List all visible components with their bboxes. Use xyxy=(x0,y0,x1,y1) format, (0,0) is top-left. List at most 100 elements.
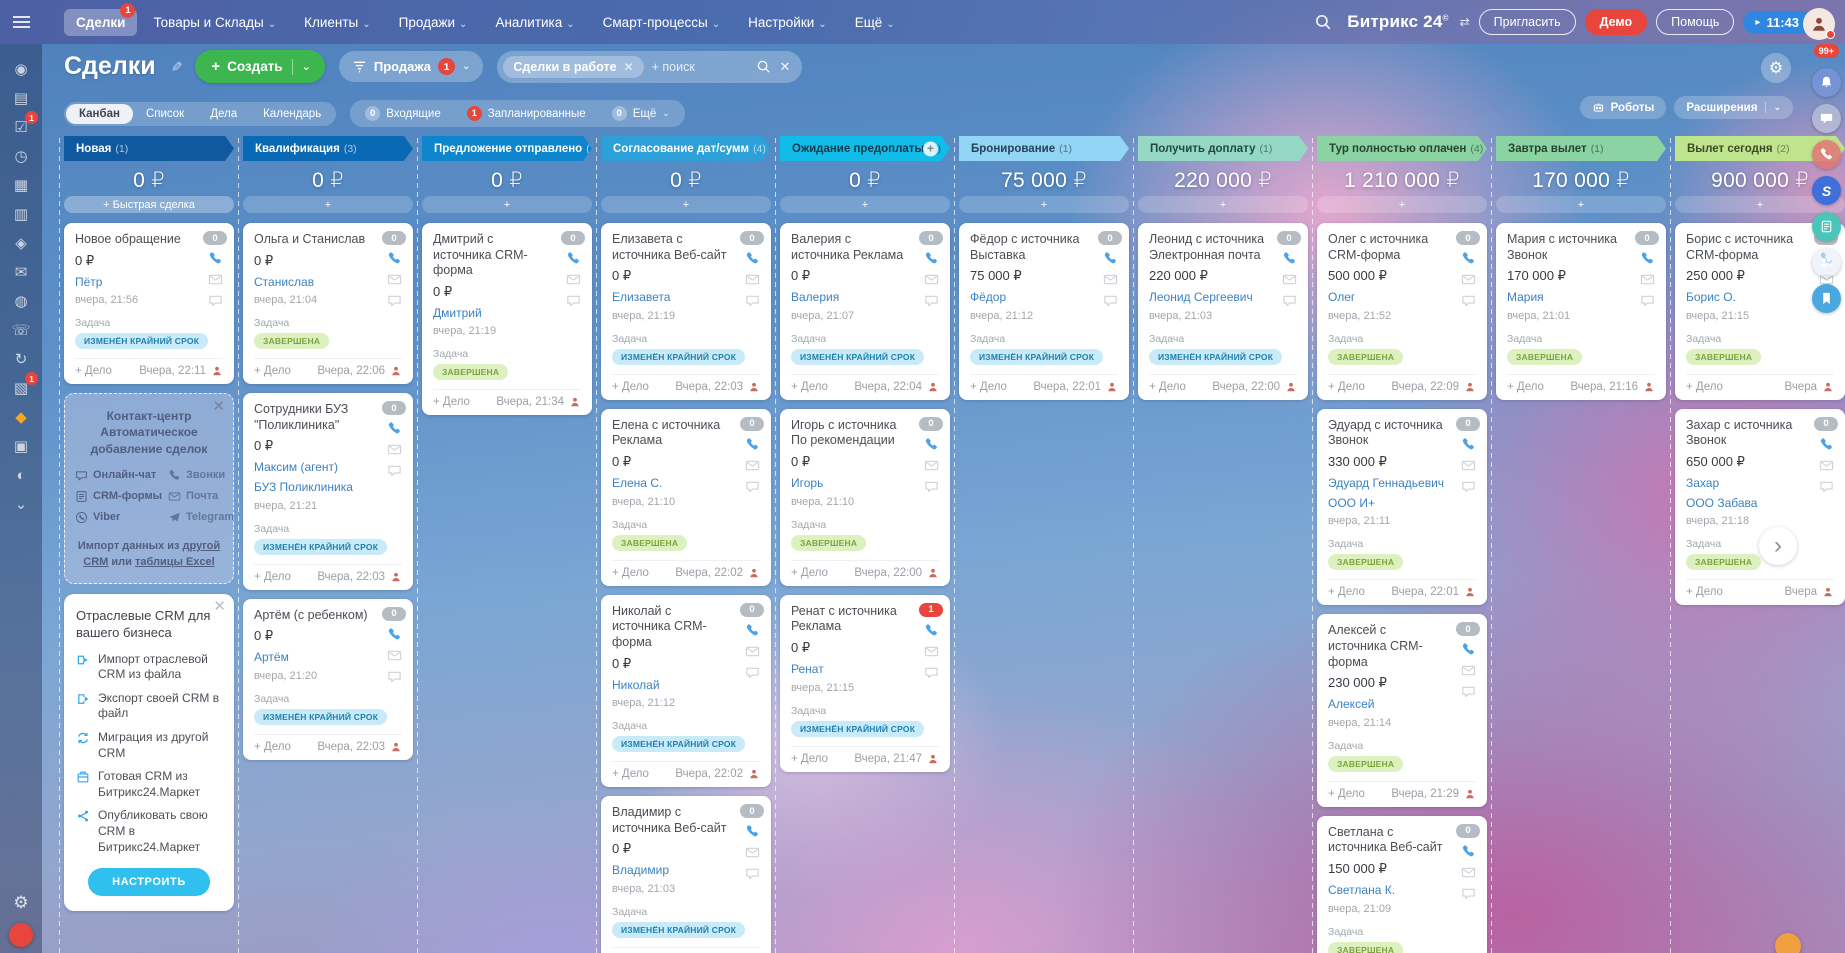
deal-card[interactable]: Новое обращение 0 ₽ Пётр вчера, 21:56 Задача… xyxy=(64,223,234,385)
mail-icon[interactable] xyxy=(1461,865,1476,880)
sidebar-item-documents[interactable]: ▥ xyxy=(8,201,34,227)
add-activity-button[interactable]: + Дело xyxy=(791,381,828,393)
chat-icon[interactable] xyxy=(1461,293,1476,308)
sidebar-item-analytics[interactable]: ▧ 1 xyxy=(8,372,38,401)
client-link[interactable]: Фёдор xyxy=(970,290,1118,306)
chat-icon[interactable] xyxy=(924,293,939,308)
deal-card[interactable]: Эдуард с источника Звонок 330 000 ₽ Эдуард… xyxy=(1317,408,1487,606)
client-link[interactable]: ООО Забава xyxy=(1686,496,1834,512)
import-excel-link[interactable]: таблицы Excel xyxy=(135,556,215,568)
client-link[interactable]: Елизавета xyxy=(612,290,760,306)
chat-icon[interactable] xyxy=(387,669,402,684)
sidebar-item-tasks[interactable]: ☑ 1 xyxy=(8,111,38,140)
tab-дела[interactable]: Дела xyxy=(197,104,250,124)
mail-icon[interactable] xyxy=(924,272,939,287)
phone-icon[interactable] xyxy=(924,437,939,452)
mail-icon[interactable] xyxy=(387,272,402,287)
mail-icon[interactable] xyxy=(1640,272,1655,287)
add-activity-button[interactable]: + Дело xyxy=(970,381,1007,393)
settings-gear-icon[interactable]: ⚙ xyxy=(13,893,28,913)
chat-icon[interactable] xyxy=(387,293,402,308)
chat-icon[interactable] xyxy=(208,293,223,308)
add-activity-button[interactable]: + Дело xyxy=(612,381,649,393)
robots-button[interactable]: Роботы xyxy=(1579,96,1667,119)
counter-tab-2[interactable]: 1 Запланированные xyxy=(454,102,599,125)
crm-feature-item[interactable]: Готовая CRM из Битрикс24.Маркет xyxy=(76,769,222,800)
phone-icon[interactable] xyxy=(1640,251,1655,266)
topnav-item-8[interactable]: Ещё ⌄ xyxy=(843,9,907,36)
add-activity-button[interactable]: + Дело xyxy=(254,365,291,377)
chat-icon[interactable] xyxy=(1819,479,1834,494)
client-link[interactable]: Елена С. xyxy=(612,476,760,492)
notifications-button[interactable] xyxy=(1812,68,1841,97)
column-header[interactable]: Предложение отправлено(1) xyxy=(422,136,592,161)
channel-онлайн-чат[interactable]: Онлайн-чат xyxy=(75,469,162,482)
invite-button[interactable]: Пригласить xyxy=(1478,9,1576,35)
phone-icon[interactable] xyxy=(1461,844,1476,859)
client-link[interactable]: Ренат xyxy=(791,662,939,678)
sidebar-item-messenger[interactable]: ▤ xyxy=(8,85,34,111)
add-activity-button[interactable]: + Дело xyxy=(612,768,649,780)
deal-card[interactable]: Елена с источника Реклама 0 ₽ Елена С. вчер… xyxy=(601,408,771,586)
sidebar-item-sites[interactable]: ▣ xyxy=(8,433,34,459)
chat-icon[interactable] xyxy=(387,463,402,478)
crm-feature-item[interactable]: Миграция из другой CRM xyxy=(76,730,222,761)
deal-card[interactable]: Сотрудники БУЗ "Поликлиника" 0 ₽ Максим (а… xyxy=(243,393,413,590)
client-link[interactable]: Захар xyxy=(1686,476,1834,492)
topnav-item-5[interactable]: Аналитика ⌄ xyxy=(483,9,586,36)
counter-tab-1[interactable]: 0 Входящие xyxy=(352,102,454,125)
configure-button[interactable]: НАСТРОИТЬ xyxy=(88,868,210,897)
mail-icon[interactable] xyxy=(208,272,223,287)
add-activity-button[interactable]: + Дело xyxy=(1328,381,1365,393)
chat-icon[interactable] xyxy=(745,479,760,494)
mail-icon[interactable] xyxy=(1103,272,1118,287)
bookmark-button[interactable] xyxy=(1812,284,1841,313)
add-stage-icon[interactable]: + xyxy=(923,141,938,156)
sidebar-item-groups[interactable]: ◈ xyxy=(8,230,34,256)
sidebar-item-crm[interactable]: ◍ xyxy=(8,288,34,314)
add-activity-button[interactable]: + Дело xyxy=(1149,381,1186,393)
sidebar-item-warehouse[interactable]: ◐ xyxy=(8,462,34,488)
calls-button[interactable] xyxy=(1812,140,1841,169)
chat-icon[interactable] xyxy=(924,479,939,494)
phone-icon[interactable] xyxy=(208,251,223,266)
channel-telegram[interactable]: Telegram xyxy=(168,511,234,524)
client-link[interactable]: Мария xyxy=(1507,290,1655,306)
chevron-down-icon[interactable]: ⌄ xyxy=(302,60,319,73)
chevron-down-icon[interactable]: ⌄ xyxy=(462,61,470,72)
deal-card[interactable]: Владимир с источника Веб-сайт 0 ₽ Владимир… xyxy=(601,796,771,953)
column-header[interactable]: Получить доплату (1) xyxy=(1138,136,1308,161)
add-activity-button[interactable]: + Дело xyxy=(433,396,470,408)
support-button[interactable] xyxy=(9,923,33,947)
filter-preset-chip[interactable]: Сделки в работе ✕ xyxy=(503,55,644,78)
add-activity-button[interactable]: + Дело xyxy=(1328,586,1365,598)
add-deal-to-column-button[interactable]: + xyxy=(243,196,413,213)
deal-card[interactable]: Елизавета с источника Веб-сайт 0 ₽ Елизаве… xyxy=(601,223,771,400)
topnav-item-6[interactable]: Смарт-процессы ⌄ xyxy=(591,9,732,36)
add-deal-to-column-button[interactable]: + xyxy=(1138,196,1308,213)
topnav-item-4[interactable]: Продажи ⌄ xyxy=(387,9,480,36)
sidebar-item-automation[interactable]: ↻ xyxy=(8,346,34,372)
client-link[interactable]: Владимир xyxy=(612,863,760,879)
deal-card[interactable]: Ренат с источника Реклама 0 ₽ Ренат вчера, … xyxy=(780,594,950,772)
chat-icon[interactable] xyxy=(1461,479,1476,494)
chat-icon[interactable] xyxy=(1461,886,1476,901)
add-deal-to-column-button[interactable]: + xyxy=(1317,196,1487,213)
sidebar-item-market[interactable]: ◆ xyxy=(8,404,34,430)
switch-icon[interactable]: ⇄ xyxy=(1460,15,1470,29)
add-deal-to-column-button[interactable]: + xyxy=(780,196,950,213)
chat-icon[interactable] xyxy=(566,293,581,308)
create-deal-button[interactable]: + Создать ⌄ xyxy=(195,50,325,83)
search-filter-bar[interactable]: Сделки в работе ✕ + поиск ✕ xyxy=(497,50,803,83)
close-icon[interactable]: ✕ xyxy=(213,597,226,615)
chat-icon[interactable] xyxy=(924,665,939,680)
add-activity-button[interactable]: + Дело xyxy=(791,753,828,765)
sidebar-item-calendar[interactable]: ▦ xyxy=(8,172,34,198)
notes-button[interactable] xyxy=(1812,212,1841,241)
client-link[interactable]: Дмитрий xyxy=(433,306,581,322)
sidebar-item-contact-center[interactable]: ☏ xyxy=(8,317,34,343)
column-header[interactable]: Согласование дат/сумм (4) xyxy=(601,136,771,161)
phone-icon[interactable] xyxy=(924,623,939,638)
phone-icon[interactable] xyxy=(1461,251,1476,266)
tab-календарь[interactable]: Календарь xyxy=(250,104,334,124)
